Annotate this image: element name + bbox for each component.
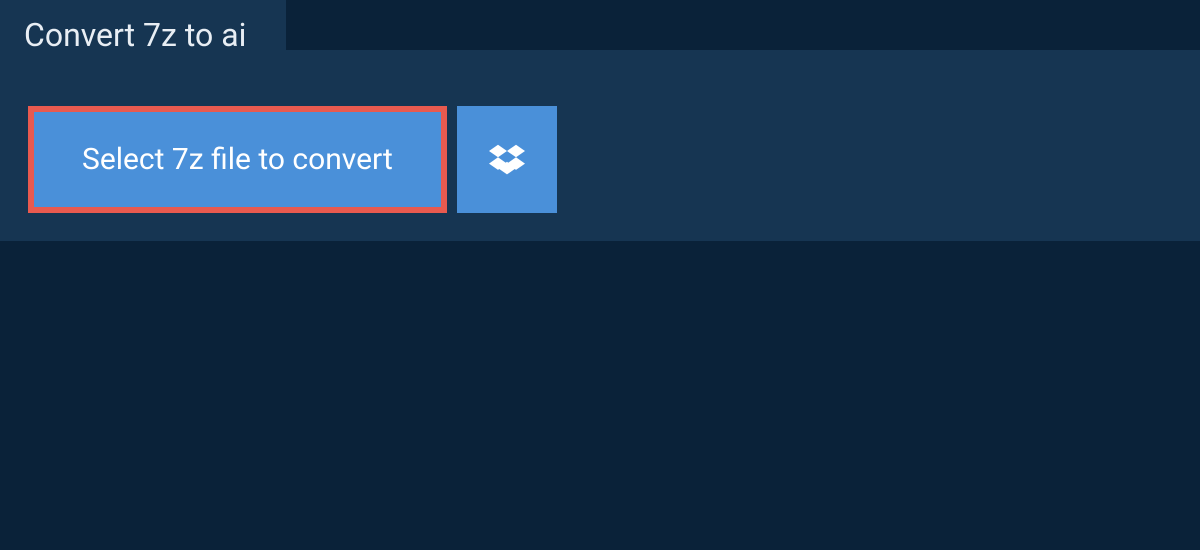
dropbox-icon <box>489 144 525 176</box>
panel-content: Select 7z file to convert <box>0 50 1200 241</box>
converter-panel: Convert 7z to ai Select 7z file to conve… <box>0 50 1200 241</box>
dropbox-button[interactable] <box>457 106 557 213</box>
tab-title: Convert 7z to ai <box>24 16 246 54</box>
select-file-label: Select 7z file to convert <box>82 142 393 177</box>
select-file-button[interactable]: Select 7z file to convert <box>28 106 447 213</box>
tab-convert[interactable]: Convert 7z to ai <box>0 0 286 70</box>
